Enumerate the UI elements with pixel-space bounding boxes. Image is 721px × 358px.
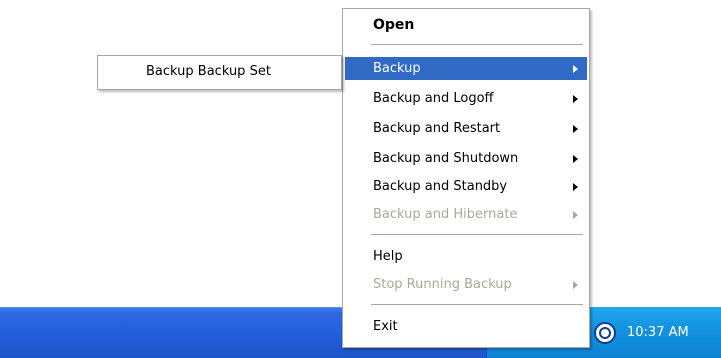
submenu-item-backup-set-label: Backup Backup Set — [146, 64, 271, 79]
submenu-arrow-icon — [573, 65, 578, 73]
menu-item-exit-label: Exit — [373, 319, 398, 334]
menu-item-exit[interactable]: Exit — [345, 315, 587, 338]
menu-item-backup-label: Backup — [373, 61, 421, 76]
menu-item-stop-running-backup: Stop Running Backup — [345, 273, 587, 296]
menu-item-open[interactable]: Open — [345, 14, 587, 37]
submenu-arrow-icon — [573, 95, 578, 103]
menu-item-backup-hibernate: Backup and Hibernate — [345, 203, 587, 226]
menu-separator — [371, 234, 583, 235]
backup-tray-icon[interactable] — [594, 322, 616, 344]
submenu-arrow-icon — [573, 125, 578, 133]
menu-item-backup-restart-label: Backup and Restart — [373, 121, 501, 136]
menu-item-backup-standby-label: Backup and Standby — [373, 179, 508, 194]
submenu-arrow-icon — [573, 155, 578, 163]
submenu-item-backup-set[interactable]: Backup Backup Set — [100, 60, 339, 83]
backup-submenu: Backup Backup Set — [97, 55, 342, 90]
menu-item-backup-shutdown-label: Backup and Shutdown — [373, 151, 519, 166]
submenu-arrow-icon — [573, 183, 578, 191]
menu-item-open-label: Open — [373, 17, 415, 33]
submenu-arrow-icon — [573, 281, 578, 289]
menu-item-stop-running-backup-label: Stop Running Backup — [373, 277, 512, 292]
menu-item-help[interactable]: Help — [345, 245, 587, 268]
menu-item-backup-restart[interactable]: Backup and Restart — [345, 117, 587, 140]
menu-separator — [371, 304, 583, 305]
menu-item-help-label: Help — [373, 249, 403, 264]
tray-context-menu: Open Backup Backup and Logoff Backup and… — [342, 8, 590, 348]
menu-item-backup-logoff-label: Backup and Logoff — [373, 91, 494, 106]
menu-item-backup[interactable]: Backup — [345, 57, 587, 80]
submenu-arrow-icon — [573, 211, 578, 219]
menu-item-backup-hibernate-label: Backup and Hibernate — [373, 207, 518, 222]
menu-item-backup-shutdown[interactable]: Backup and Shutdown — [345, 147, 587, 170]
taskbar-clock[interactable]: 10:37 AM — [627, 325, 689, 340]
menu-separator — [371, 44, 583, 45]
menu-item-backup-standby[interactable]: Backup and Standby — [345, 175, 587, 198]
menu-item-backup-logoff[interactable]: Backup and Logoff — [345, 87, 587, 110]
